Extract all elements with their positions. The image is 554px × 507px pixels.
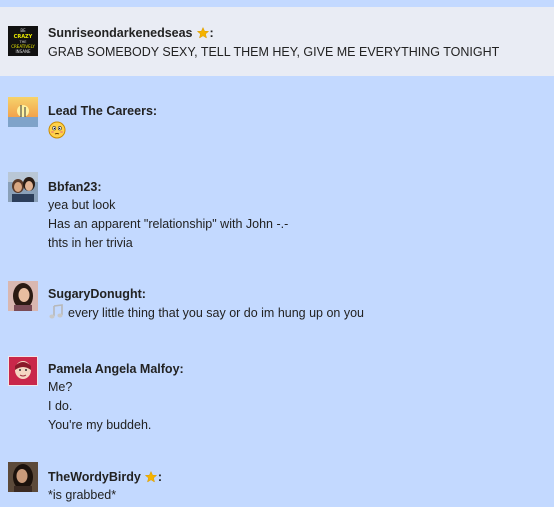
author-name[interactable]: Pamela Angela Malfoy [48,362,180,376]
star-icon [144,471,157,483]
post-author[interactable]: Pamela Angela Malfoy : [48,362,184,376]
post-item: BE CRAZY THE CREATIVELY INSANE Sunriseon… [0,7,554,76]
author-name[interactable]: TheWordyBirdy [48,470,141,484]
post-item: TheWordyBirdy : *is grabbed* [0,459,554,507]
post-author[interactable]: Sunriseondarkenedseas : [48,26,214,40]
post-text: every little thing that you say or do im… [68,306,365,320]
post-text-line: Me? [48,380,73,394]
post-text-line: *is grabbed* [48,488,117,502]
post-text-line: every little thing that you say or do im… [48,304,364,320]
author-colon: : [152,104,158,118]
post-item: Bbfan23 : yea but look Has an apparent "… [0,170,554,279]
crazy-creatively-insane-avatar[interactable]: BE CRAZY THE CREATIVELY INSANE [8,26,38,56]
post-text-line: Has an apparent "relationship" with John… [48,217,289,231]
girl-photo-avatar[interactable] [8,281,38,311]
post-text-line: I do. [48,399,73,413]
post-text-line: You're my buddeh. [48,418,152,432]
post-text-line: GRAB SOMEBODY SEXY, TELL THEM HEY, GIVE … [48,45,500,59]
post-author[interactable]: SugaryDonught : [48,287,146,301]
post-item: Pamela Angela Malfoy : Me? I do. You're … [0,354,554,459]
music-note-icon [49,304,63,319]
sunset-avatar[interactable] [8,97,38,127]
star-icon [196,27,209,39]
author-colon: : [97,180,102,194]
author-colon: : [157,470,163,484]
post-text-line: thts in her trivia [48,236,133,250]
author-colon: : [179,362,184,376]
post-author[interactable]: Bbfan23 : [48,180,102,194]
face-photo-avatar[interactable] [8,356,38,386]
author-colon: : [141,287,146,301]
blushing-smiley-icon [48,121,66,139]
author-name[interactable]: Lead The Careers [48,104,153,118]
author-name[interactable]: Bbfan23 [48,180,97,194]
girl-photo-avatar[interactable] [8,462,38,492]
avatar-text: BE [20,28,26,33]
top-strip [0,0,554,7]
post-author[interactable]: Lead The Careers : [48,104,157,118]
post-item: Lead The Careers : [0,76,554,170]
avatar-text: INSANE [15,49,31,54]
post-item: SugaryDonught : every little thing that … [0,279,554,354]
author-colon: : [209,26,214,40]
couple-photo-avatar[interactable] [8,172,38,202]
post-text-line: yea but look [48,198,116,212]
author-name[interactable]: Sunriseondarkenedseas [48,26,193,40]
author-name[interactable]: SugaryDonught [48,287,142,301]
post-author[interactable]: TheWordyBirdy : [48,470,162,484]
